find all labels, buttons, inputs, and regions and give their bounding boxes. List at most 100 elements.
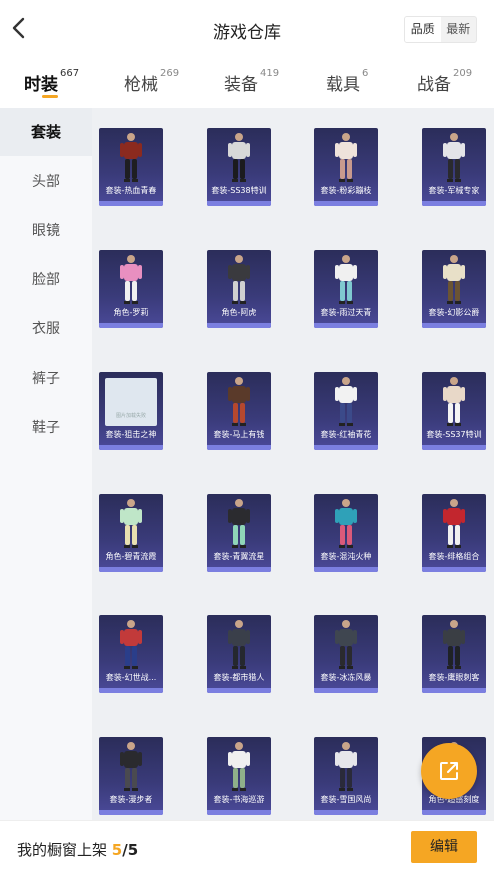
item-card[interactable]: 套装-SS37特训 <box>422 372 486 450</box>
item-card[interactable]: 套装-冰冻风暴 <box>314 615 378 693</box>
item-card[interactable]: 套装-粉彩蹦枝 <box>314 128 378 206</box>
quality-bar <box>207 688 271 693</box>
quality-bar <box>207 567 271 572</box>
item-label: 套装-热血青春 <box>105 186 157 195</box>
quality-bar <box>314 201 378 206</box>
item-card[interactable]: 套装-军械专家 <box>422 128 486 206</box>
item-label: 套装-鹰眼刺客 <box>428 673 480 682</box>
quality-bar <box>99 688 163 693</box>
sidebar-item-face[interactable]: 脸部 <box>0 256 92 304</box>
placeholder-text: 图片加载失败 <box>115 413 146 419</box>
outfit-figure-icon <box>335 620 357 669</box>
tab-guns[interactable]: 枪械269 <box>124 68 180 95</box>
outfit-figure-icon <box>228 499 250 548</box>
outfit-figure-icon <box>120 133 142 182</box>
sort-latest-button[interactable]: 最新 <box>441 17 477 42</box>
item-card[interactable]: 套装-都市猎人 <box>207 615 271 693</box>
item-label: 套装-SS37特训 <box>426 430 482 439</box>
tab-count: 269 <box>160 68 180 79</box>
item-card[interactable]: 套装-绯格组合 <box>422 494 486 572</box>
item-grid: 套装-热血青春 套装-SS38特训 套装-粉彩蹦枝 套装-军械专家角色-罗莉 角色-阿虎… <box>92 108 494 820</box>
sidebar-item-shoes[interactable]: 鞋子 <box>0 404 92 452</box>
item-label: 套装-雪国风尚 <box>320 795 372 804</box>
outfit-figure-icon <box>228 133 250 182</box>
item-label: 套装-军械专家 <box>428 186 480 195</box>
item-card[interactable]: 套装-书海巡游 <box>207 737 271 815</box>
tab-equipment[interactable]: 装备419 <box>224 68 280 95</box>
item-card[interactable]: 图片加载失败 套装-狙击之神 <box>99 372 163 450</box>
item-card[interactable]: 套装-幻世战... <box>99 615 163 693</box>
item-label: 套装-冰冻风暴 <box>320 673 372 682</box>
item-card[interactable]: 套装-青翼流星 <box>207 494 271 572</box>
item-label: 套装-粉彩蹦枝 <box>320 186 372 195</box>
category-tabs: 时装667 枪械269 装备419 载具6 战备209 <box>0 58 494 108</box>
item-card[interactable]: 套装-鹰眼刺客 <box>422 615 486 693</box>
share-fab[interactable] <box>421 743 477 799</box>
item-card[interactable]: 套装-热血青春 <box>99 128 163 206</box>
outfit-figure-icon <box>335 742 357 791</box>
sort-quality-button[interactable]: 品质 <box>405 17 441 42</box>
item-card[interactable]: 套装-马上有钱 <box>207 372 271 450</box>
sidebar-item-head[interactable]: 头部 <box>0 158 92 206</box>
outfit-figure-icon <box>120 499 142 548</box>
sidebar-item-suit[interactable]: 套装 <box>0 108 92 156</box>
header: 游戏仓库 品质 最新 <box>0 0 494 58</box>
outfit-figure-icon <box>228 255 250 304</box>
tab-count: 209 <box>453 68 473 79</box>
item-label: 角色-阿虎 <box>221 308 257 317</box>
quality-bar <box>99 323 163 328</box>
outfit-figure-icon <box>228 742 250 791</box>
item-card[interactable]: 角色-阿虎 <box>207 250 271 328</box>
showcase-current-count: 5 <box>111 841 123 859</box>
item-card[interactable]: 套装-SS38特训 <box>207 128 271 206</box>
quality-bar <box>422 688 486 693</box>
item-card[interactable]: 套装-漫步者 <box>99 737 163 815</box>
item-card[interactable]: 套装-混沌火种 <box>314 494 378 572</box>
sort-toggle: 品质 最新 <box>404 16 477 43</box>
tab-count: 6 <box>362 68 369 79</box>
item-card[interactable]: 套装-幻影公爵 <box>422 250 486 328</box>
outfit-figure-icon <box>335 133 357 182</box>
tab-vehicles[interactable]: 载具6 <box>326 68 369 95</box>
sidebar-item-glasses[interactable]: 眼镜 <box>0 207 92 255</box>
outfit-figure-icon <box>120 620 142 669</box>
edit-button[interactable]: 编辑 <box>411 831 477 863</box>
tab-count: 667 <box>60 68 80 79</box>
outfit-figure-icon <box>443 377 465 426</box>
quality-bar <box>207 445 271 450</box>
outfit-figure-icon <box>120 255 142 304</box>
quality-bar <box>314 323 378 328</box>
sidebar-item-clothes[interactable]: 衣服 <box>0 305 92 353</box>
quality-bar <box>314 567 378 572</box>
quality-bar <box>207 323 271 328</box>
tab-fashion[interactable]: 时装667 <box>24 68 80 95</box>
quality-bar <box>422 567 486 572</box>
showcase-total-count: /5 <box>122 841 139 859</box>
item-card[interactable]: 套装-雪国风尚 <box>314 737 378 815</box>
item-label: 套装-漫步者 <box>109 795 153 804</box>
item-card[interactable]: 套装-雨过天青 <box>314 250 378 328</box>
item-card[interactable]: 角色-罗莉 <box>99 250 163 328</box>
quality-bar <box>207 810 271 815</box>
tab-supplies[interactable]: 战备209 <box>417 68 473 95</box>
quality-bar <box>207 201 271 206</box>
item-label: 套装-混沌火种 <box>320 552 372 561</box>
outfit-figure-icon <box>443 133 465 182</box>
item-label: 套装-马上有钱 <box>213 430 265 439</box>
showcase-status: 我的橱窗上架 5/5 <box>17 839 138 860</box>
outfit-figure-icon <box>443 620 465 669</box>
tab-count: 419 <box>260 68 280 79</box>
item-label: 套装-雨过天青 <box>320 308 372 317</box>
item-label: 套装-SS38特训 <box>211 186 267 195</box>
item-card[interactable]: 角色-碧青流霞 <box>99 494 163 572</box>
active-tab-indicator <box>42 95 58 98</box>
footer-bar: 我的橱窗上架 5/5 编辑 <box>0 820 494 875</box>
item-card[interactable]: 套装-红袖青花 <box>314 372 378 450</box>
quality-bar <box>422 810 486 815</box>
outfit-figure-icon <box>228 377 250 426</box>
item-label: 套装-都市猎人 <box>213 673 265 682</box>
sidebar-item-pants[interactable]: 裤子 <box>0 355 92 403</box>
item-label: 角色-碧青流霞 <box>105 552 157 561</box>
outfit-figure-icon <box>228 620 250 669</box>
outfit-figure-icon <box>335 377 357 426</box>
